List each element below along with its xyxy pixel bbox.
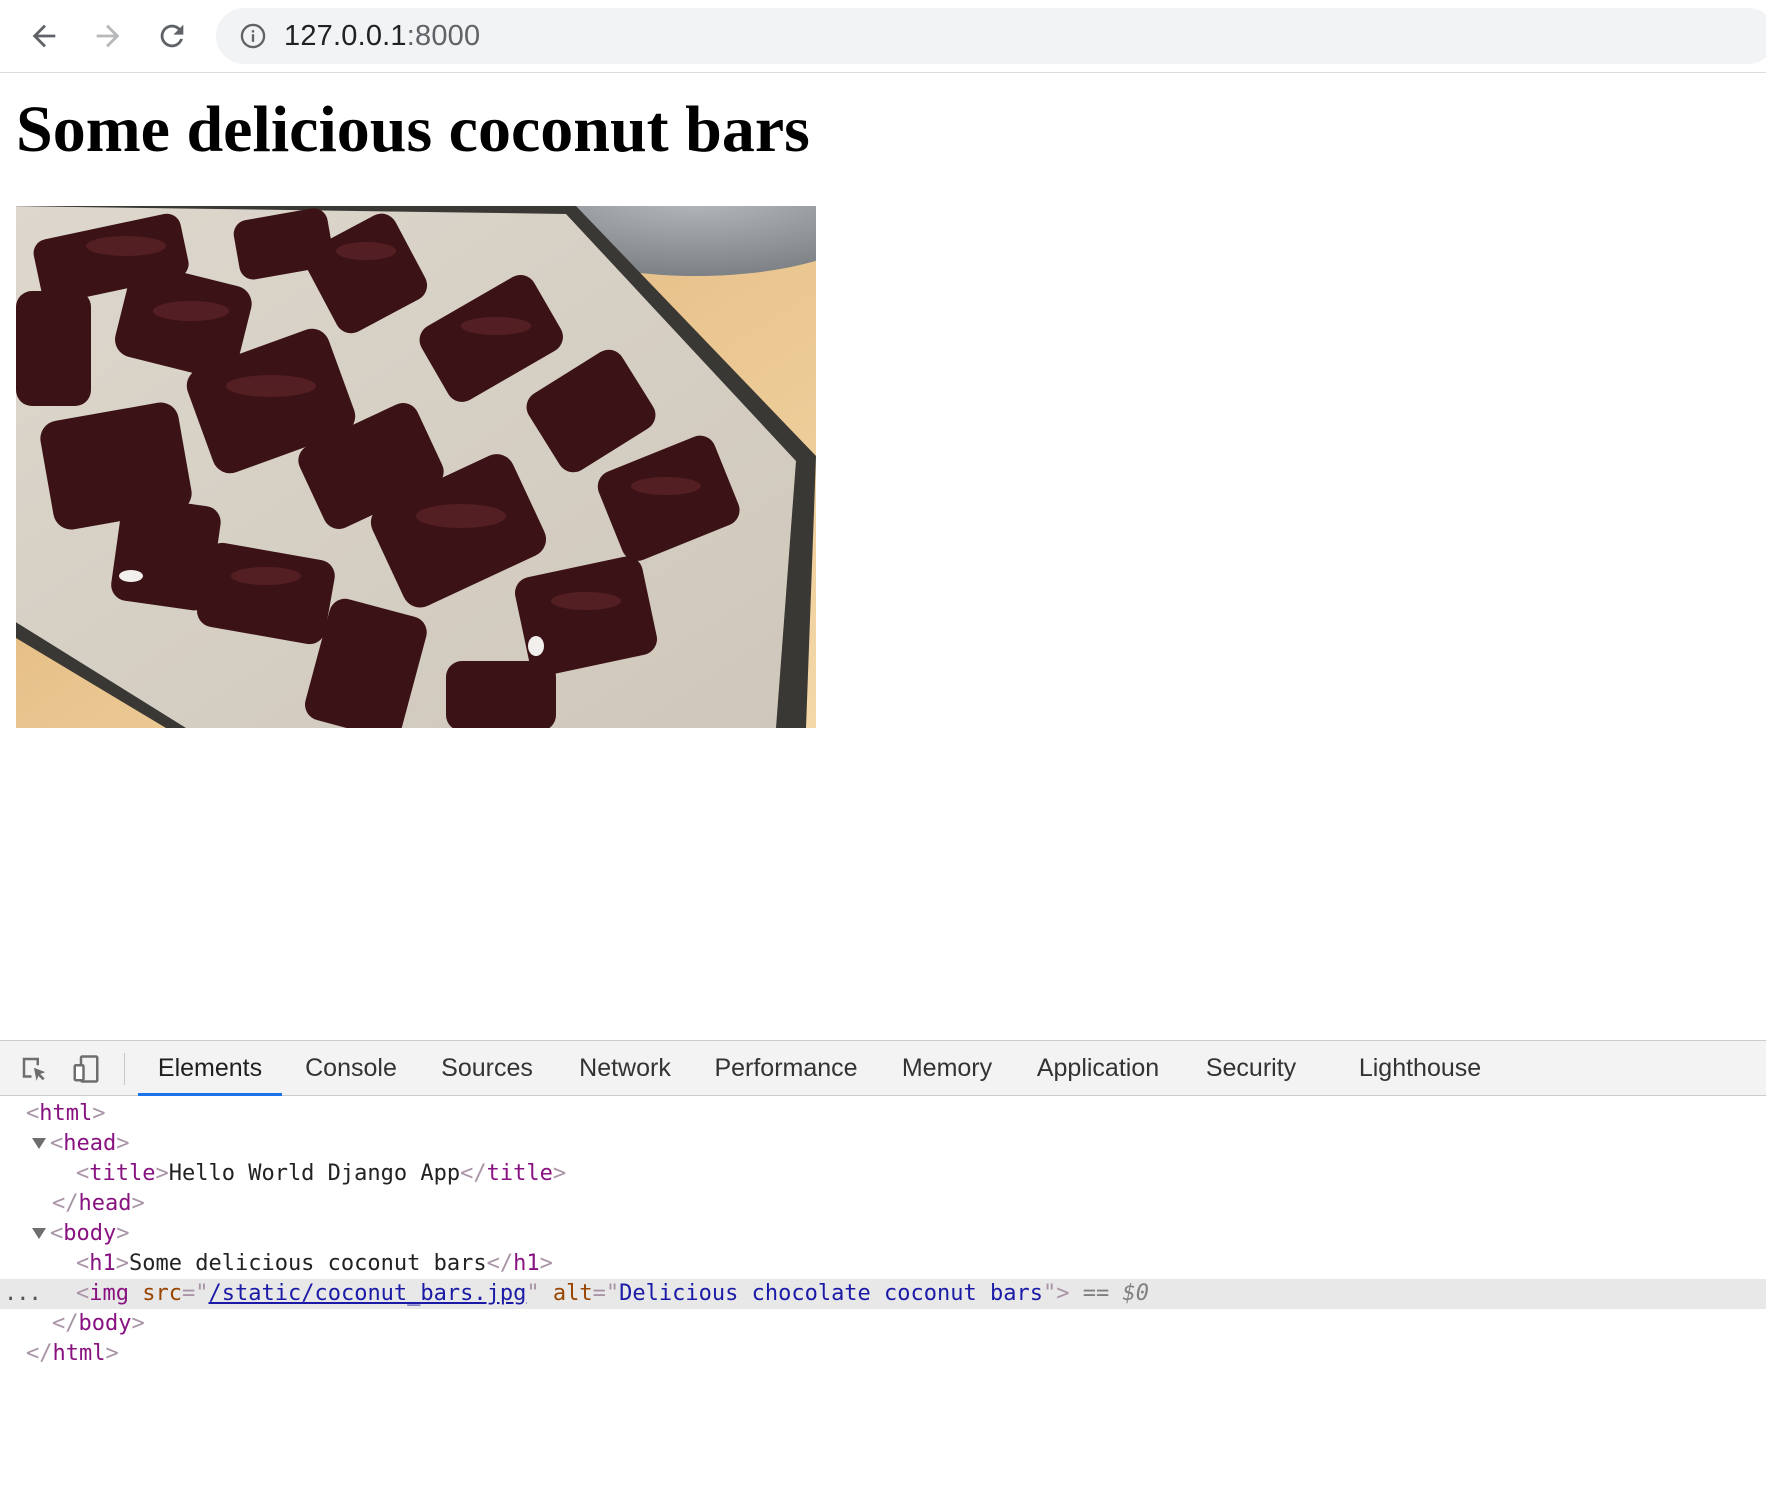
dom-node-head-close[interactable]: </head> — [0, 1189, 1766, 1219]
tab-performance[interactable]: Performance — [708, 1041, 864, 1096]
img-src-link[interactable]: /static/coconut_bars.jpg — [209, 1281, 527, 1306]
dom-node-h1[interactable]: <h1>Some delicious coconut bars</h1> — [0, 1249, 1766, 1279]
selected-node-marker: == $0 — [1082, 1281, 1149, 1306]
url-host: 127.0.0.1 — [284, 19, 407, 52]
forward-button[interactable] — [86, 14, 130, 58]
dom-node-html-open[interactable]: <html> — [0, 1099, 1766, 1129]
browser-toolbar: 127.0.0.1:8000 — [0, 0, 1766, 73]
tab-memory[interactable]: Memory — [892, 1041, 1002, 1096]
page-viewport: Some delicious coconut bars — [0, 74, 1766, 1040]
expand-triangle-icon[interactable] — [32, 1138, 46, 1149]
inspect-element-icon[interactable] — [16, 1051, 52, 1087]
device-toolbar-icon[interactable] — [68, 1051, 104, 1087]
dom-node-img-selected[interactable]: ... <img src="/static/coconut_bars.jpg" … — [0, 1279, 1766, 1309]
tab-application[interactable]: Application — [1030, 1041, 1166, 1096]
reload-icon — [160, 24, 184, 48]
reload-button[interactable] — [150, 14, 194, 58]
url-text: 127.0.0.1:8000 — [284, 20, 480, 53]
dom-node-html-close[interactable]: </html> — [0, 1339, 1766, 1369]
img-alt-value: Delicious chocolate coconut bars — [619, 1281, 1043, 1306]
url-port: :8000 — [406, 19, 481, 52]
dom-node-body-close[interactable]: </body> — [0, 1309, 1766, 1339]
coconut-bars-image — [16, 206, 816, 728]
coconut-bars-photo — [16, 206, 816, 728]
tab-security[interactable]: Security — [1196, 1041, 1306, 1096]
address-bar[interactable]: 127.0.0.1:8000 — [216, 8, 1766, 64]
dom-tree: <html> <head> <title>Hello World Django … — [0, 1097, 1766, 1493]
devtools-tabbar: Elements Console Sources Network Perform… — [0, 1041, 1766, 1096]
back-button[interactable] — [22, 14, 66, 58]
toolbar-divider — [124, 1053, 125, 1085]
info-icon[interactable] — [238, 21, 268, 51]
h1-text: Some delicious coconut bars — [129, 1251, 487, 1276]
tab-lighthouse[interactable]: Lighthouse — [1350, 1041, 1490, 1096]
tab-console[interactable]: Console — [296, 1041, 406, 1096]
more-options-icon[interactable]: ... — [4, 1279, 42, 1309]
dom-node-body-open[interactable]: <body> — [0, 1219, 1766, 1249]
title-text: Hello World Django App — [168, 1161, 461, 1186]
devtools-panel: Elements Console Sources Network Perform… — [0, 1040, 1766, 1492]
arrow-right-icon — [96, 24, 120, 48]
tab-network[interactable]: Network — [570, 1041, 680, 1096]
tab-elements[interactable]: Elements — [138, 1041, 282, 1096]
page-title: Some delicious coconut bars — [16, 93, 810, 166]
dom-node-head-open[interactable]: <head> — [0, 1129, 1766, 1159]
arrow-left-icon — [32, 24, 56, 48]
tab-sources[interactable]: Sources — [432, 1041, 542, 1096]
expand-triangle-icon[interactable] — [32, 1228, 46, 1239]
dom-node-title[interactable]: <title>Hello World Django App</title> — [0, 1159, 1766, 1189]
